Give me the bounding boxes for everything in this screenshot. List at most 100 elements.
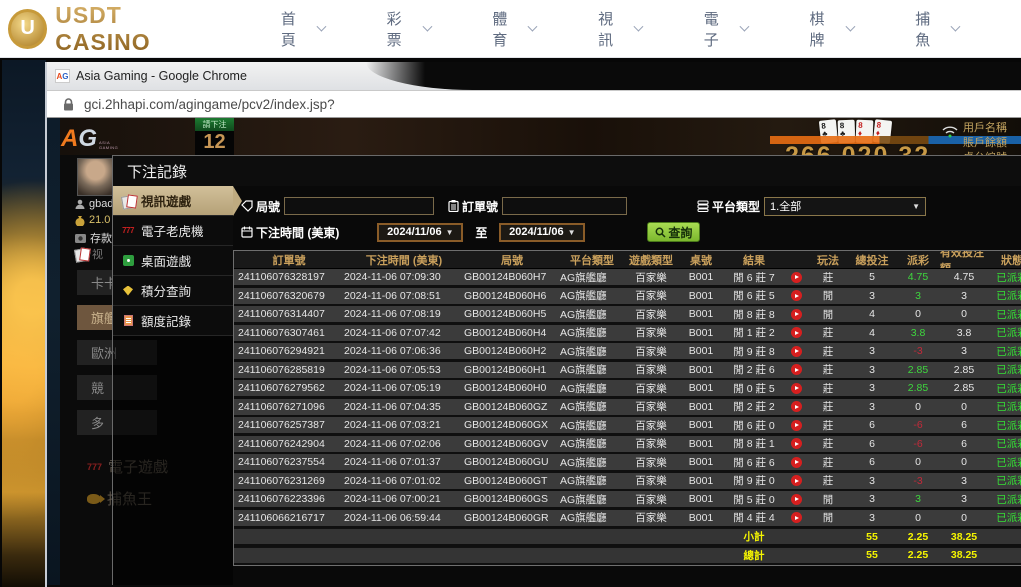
play-button-icon[interactable] <box>791 494 802 505</box>
sidebar-item-table-games[interactable]: 桌面遊戲 <box>113 246 233 276</box>
cell-game: 百家樂 <box>624 436 678 452</box>
chrome-urlbar[interactable]: gci.2hhapi.com/agingame/pcv2/index.jsp? <box>47 90 1021 118</box>
replay-icon[interactable] <box>784 325 808 341</box>
replay-icon[interactable] <box>784 306 808 322</box>
cell-play: 莊 <box>808 343 848 359</box>
cell-bet: 6 <box>848 454 896 470</box>
cell-round: GB00124B060GU <box>464 454 560 470</box>
search-button[interactable]: 查詢 <box>647 222 700 242</box>
chrome-titlebar[interactable]: AG Asia Gaming - Google Chrome <box>47 62 1021 90</box>
play-button-icon[interactable] <box>791 383 802 394</box>
subtotal-row-cell <box>808 529 848 544</box>
deposit-link: 存款 <box>75 230 112 246</box>
column-header: 派彩 <box>896 251 940 268</box>
play-button-icon[interactable] <box>791 475 802 486</box>
cell-platform: AG旗艦廳 <box>560 417 624 433</box>
play-button-icon[interactable] <box>791 309 802 320</box>
site-logo[interactable]: U USDT CASINO <box>8 2 221 56</box>
url-text[interactable]: gci.2hhapi.com/agingame/pcv2/index.jsp? <box>84 97 335 112</box>
replay-icon[interactable] <box>784 454 808 470</box>
date-from-select[interactable]: 2024/11/06 ▼ <box>377 223 463 242</box>
platform-selected-value: 1.全部 <box>770 198 801 214</box>
sidebar-item-points-inquiry[interactable]: 積分查詢 <box>113 276 233 306</box>
playing-cards-icon <box>120 195 136 207</box>
subtotal-row: 小計552.2538.25 <box>234 528 1021 544</box>
play-button-icon[interactable] <box>791 438 802 449</box>
nav-item-fishing[interactable]: 捕魚 <box>915 8 959 50</box>
column-header: 下注時間 (美東) <box>344 251 464 268</box>
nav-item-board[interactable]: 棋牌 <box>810 8 854 50</box>
cell-table: B001 <box>678 306 724 322</box>
replay-icon[interactable] <box>784 491 808 507</box>
play-button-icon[interactable] <box>791 420 802 431</box>
cell-time: 2024-11-06 07:09:30 <box>344 269 464 285</box>
cell-play: 莊 <box>808 325 848 341</box>
nav-item-home[interactable]: 首頁 <box>281 8 325 50</box>
ag-logo-g: G <box>78 126 97 152</box>
table-row: 2411060762312692024-11-06 07:01:02GB0012… <box>234 473 1021 489</box>
round-number-input[interactable] <box>284 197 434 215</box>
play-button-icon[interactable] <box>791 290 802 301</box>
cell-time: 2024-11-06 07:03:21 <box>344 417 464 433</box>
sidebar-item-credit-records[interactable]: 額度記錄 <box>113 306 233 336</box>
play-button-icon[interactable] <box>791 457 802 468</box>
countdown-value: 12 <box>195 131 234 154</box>
replay-icon[interactable] <box>784 417 808 433</box>
table-row: 2411060762375542024-11-06 07:01:37GB0012… <box>234 454 1021 470</box>
cell-payout: -6 <box>896 417 940 433</box>
order-number-input[interactable] <box>502 197 627 215</box>
cell-order: 241106076320679 <box>234 288 344 304</box>
cell-payout: 2.85 <box>896 380 940 396</box>
cell-table: B001 <box>678 454 724 470</box>
main-nav: 首頁 彩票 體育 視訊 電子 棋牌 捕魚 <box>281 8 1021 50</box>
cell-status: 已派彩 <box>988 436 1021 452</box>
play-button-icon[interactable] <box>791 272 802 283</box>
column-header: 玩法 <box>808 251 848 268</box>
replay-icon[interactable] <box>784 380 808 396</box>
lobby-balance: 21.0 <box>75 214 110 226</box>
platform-type-select[interactable]: 1.全部 ▼ <box>764 197 926 216</box>
play-button-icon[interactable] <box>791 512 802 523</box>
sidebar-item-slots[interactable]: 777 電子老虎機 <box>113 216 233 246</box>
cell-valid: 0 <box>940 306 988 322</box>
clipboard-icon <box>448 200 459 212</box>
play-button-icon[interactable] <box>791 401 802 412</box>
nav-item-live[interactable]: 視訊 <box>598 8 642 50</box>
column-header: 結果 <box>724 251 784 268</box>
to-label: 至 <box>475 224 487 241</box>
replay-icon[interactable] <box>784 343 808 359</box>
replay-icon[interactable] <box>784 269 808 285</box>
table-row: 2411060762429042024-11-06 07:02:06GB0012… <box>234 436 1021 452</box>
play-button-icon[interactable] <box>791 364 802 375</box>
filter-area: 局號 訂單號 平台類型 <box>233 186 1021 245</box>
replay-icon[interactable] <box>784 436 808 452</box>
nav-item-lottery[interactable]: 彩票 <box>387 8 431 50</box>
sidebar-item-label: 桌面遊戲 <box>141 251 191 270</box>
cell-game: 百家樂 <box>624 362 678 378</box>
replay-icon[interactable] <box>784 510 808 526</box>
subtotal-row-cell <box>560 529 624 544</box>
cell-order: 241106076294921 <box>234 343 344 359</box>
date-to-select[interactable]: 2024/11/06 ▼ <box>499 223 585 242</box>
play-button-icon[interactable] <box>791 327 802 338</box>
table-row: 2411060762795622024-11-06 07:05:19GB0012… <box>234 380 1021 396</box>
replay-icon[interactable] <box>784 288 808 304</box>
replay-icon[interactable] <box>784 399 808 415</box>
replay-icon[interactable] <box>784 362 808 378</box>
nav-item-slots[interactable]: 電子 <box>704 8 748 50</box>
nav-item-sports[interactable]: 體育 <box>492 8 536 50</box>
replay-icon[interactable] <box>784 473 808 489</box>
cell-table: B001 <box>678 417 724 433</box>
sidebar-item-video-games[interactable]: 視訊遊戲 <box>113 186 233 216</box>
calendar-icon <box>241 226 253 238</box>
cell-order: 241106076257387 <box>234 417 344 433</box>
chevron-down-icon <box>316 22 326 32</box>
modal-main: 局號 訂單號 平台類型 <box>233 186 1021 585</box>
cell-status: 已派彩 <box>988 362 1021 378</box>
table-row: 2411060762233962024-11-06 07:00:21GB0012… <box>234 491 1021 507</box>
play-button-icon[interactable] <box>791 346 802 357</box>
subtotal-row-cell <box>624 529 678 544</box>
modal-title: 下注記錄 <box>113 156 1021 186</box>
subtotal-row-cell <box>234 529 344 544</box>
chrome-content: A G ASIA GAMING 請下注 12 8♣8♣8♦8♦ 266 020 … <box>47 118 1021 585</box>
